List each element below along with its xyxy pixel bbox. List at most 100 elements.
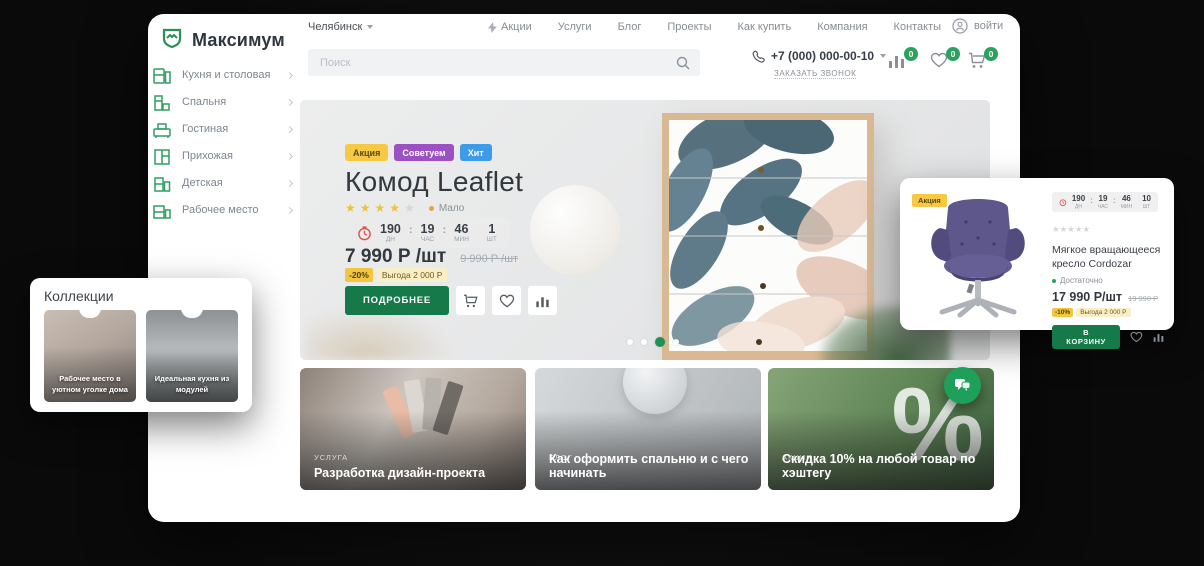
search-input[interactable] — [318, 56, 676, 70]
slider-dot-4[interactable] — [673, 339, 679, 345]
availability-label: Мало — [439, 203, 465, 214]
sidebar-item-label: Детская — [182, 177, 277, 189]
sidebar-item-bedroom[interactable]: Спальня — [152, 89, 298, 116]
wishlist-count-badge: 0 — [946, 47, 960, 61]
product-actions: В корзину — [1052, 325, 1164, 349]
chevron-right-icon — [286, 180, 293, 187]
hero-slider: Акция Советуем Хит Комод Leaflet ★★★★★ М… — [300, 100, 990, 360]
product-image-chair — [918, 194, 1038, 318]
availability-dot — [429, 206, 434, 211]
hero-badges: Акция Советуем Хит — [345, 144, 492, 161]
product-availability: Достаточно — [1052, 276, 1164, 285]
bedroom-icon — [152, 93, 172, 113]
countdown-minutes: 46 — [1121, 195, 1132, 203]
nav-item-label: Блог — [618, 21, 642, 33]
nav-item-label: Акции — [501, 21, 532, 33]
countdown-separator: : — [442, 224, 446, 236]
brand-logo-icon — [160, 26, 184, 55]
promo-tag: Услуга — [314, 453, 348, 462]
nav-item-how-to-buy[interactable]: Как купить — [738, 21, 792, 33]
slider-dot-3-active[interactable] — [655, 337, 665, 347]
livingroom-icon — [152, 120, 172, 140]
chevron-right-icon — [286, 72, 293, 79]
product-benefit-row: -10% Выгода 2 000 Р — [1052, 308, 1164, 317]
search-bar — [308, 49, 700, 76]
add-to-cart-button[interactable]: В корзину — [1052, 325, 1120, 349]
product-card[interactable]: Акция — [900, 178, 1174, 330]
star-icon: ★ — [1083, 224, 1091, 234]
compare-icon — [535, 294, 550, 308]
wishlist-icon[interactable] — [1130, 331, 1143, 343]
chevron-right-icon — [286, 126, 293, 133]
star-icon: ★ — [345, 202, 356, 214]
countdown-days-label: дн — [1072, 204, 1085, 210]
nav-item-promotions[interactable]: Акции — [488, 21, 532, 33]
hero-rating: ★★★★★ Мало — [345, 202, 464, 214]
product-rating: ★★★★★ — [1052, 219, 1164, 237]
badge-hit: Хит — [460, 144, 492, 161]
brand-logo[interactable]: Максимум — [160, 26, 285, 55]
sidebar-item-hallway[interactable]: Прихожая — [152, 143, 298, 170]
hero-product-title[interactable]: Комод Leaflet — [345, 166, 523, 198]
sidebar-item-livingroom[interactable]: Гостиная — [152, 116, 298, 143]
sidebar-item-label: Спальня — [182, 96, 277, 108]
compare-button[interactable]: 0 — [888, 52, 910, 74]
collection-caption: Рабочее место в уютном уголке дома — [48, 373, 132, 396]
collections-card: Коллекции Рабочее место в уютном уголке … — [30, 278, 252, 412]
promo-card-design[interactable]: Услуга Разработка дизайн-проекта — [300, 368, 526, 490]
sidebar-item-kitchen[interactable]: Кухня и столовая — [152, 62, 298, 89]
chevron-right-icon — [286, 99, 293, 106]
hero-actions: Подробнее — [345, 286, 557, 315]
star-icon: ★ — [1075, 224, 1083, 234]
cart-button[interactable]: 0 — [968, 52, 990, 74]
product-title[interactable]: Мягкое вращающееся кресло Cordozar — [1052, 243, 1164, 271]
product-countdown: 190дн : 19час : 46мин 10шт — [1052, 192, 1158, 212]
star-icon: ★ — [1067, 224, 1075, 234]
countdown-days: 190 — [1072, 195, 1085, 203]
star-icon: ★ — [404, 202, 415, 214]
add-to-compare-button[interactable] — [528, 286, 557, 315]
chat-widget-button[interactable] — [944, 367, 981, 404]
countdown-hours-label: час — [1098, 204, 1108, 210]
sidebar-item-kids[interactable]: Детская — [152, 170, 298, 197]
nav-item-services[interactable]: Услуги — [558, 21, 592, 33]
city-selector[interactable]: Челябинск — [308, 21, 373, 33]
slider-dot-2[interactable] — [641, 339, 647, 345]
star-icon: ★ — [1052, 224, 1060, 234]
nav-item-label: Услуги — [558, 21, 592, 33]
sidebar-item-workplace[interactable]: Рабочее место — [152, 197, 298, 224]
wishlist-button[interactable]: 0 — [930, 52, 952, 74]
nav-item-contacts[interactable]: Контакты — [894, 21, 942, 33]
phone-number[interactable]: +7 (000) 000-00-10 — [771, 49, 874, 63]
callback-link[interactable]: Заказать звонок — [774, 69, 856, 79]
decor-sphere — [530, 185, 620, 275]
collection-tile-kitchen[interactable]: Идеальная кухня из модулей — [146, 310, 238, 402]
countdown-hours: 19 — [1098, 195, 1108, 203]
nav-item-blog[interactable]: Блог — [618, 21, 642, 33]
login-button[interactable]: войти — [952, 18, 1003, 34]
collections-title: Коллекции — [44, 288, 114, 304]
slider-dot-1[interactable] — [627, 339, 633, 345]
countdown-minutes-label: мин — [454, 236, 469, 243]
promo-title: Разработка дизайн-проекта — [314, 466, 516, 480]
caret-down-icon — [367, 25, 373, 29]
clock-icon — [357, 226, 372, 241]
price: 17 990 Р/шт — [1052, 290, 1122, 304]
search-icon[interactable] — [676, 56, 690, 70]
promo-card-blog[interactable]: Блог Как оформить спальню и с чего начин… — [535, 368, 761, 490]
collection-tile-workplace[interactable]: Рабочее место в уютном уголке дома — [44, 310, 136, 402]
add-to-cart-button[interactable] — [456, 286, 485, 315]
nav-item-projects[interactable]: Проекты — [667, 21, 711, 33]
sidebar-item-label: Рабочее место — [182, 204, 277, 216]
add-to-wishlist-button[interactable] — [492, 286, 521, 315]
compare-icon[interactable] — [1153, 331, 1164, 343]
stock-quantity: 1 — [487, 223, 497, 236]
promo-title: Скидка 10% на любой товар по хэштегу — [782, 452, 984, 480]
countdown-separator: : — [1113, 196, 1116, 205]
more-button[interactable]: Подробнее — [345, 286, 449, 315]
page: Максимум Кухня и столовая Спальня Гостин… — [0, 0, 1204, 566]
hero-price-row: 7 990 Р /шт 9 990 Р /шт — [345, 246, 518, 268]
sidebar-item-label: Гостиная — [182, 123, 277, 135]
hero-availability: Мало — [429, 203, 465, 214]
nav-item-company[interactable]: Компания — [817, 21, 867, 33]
